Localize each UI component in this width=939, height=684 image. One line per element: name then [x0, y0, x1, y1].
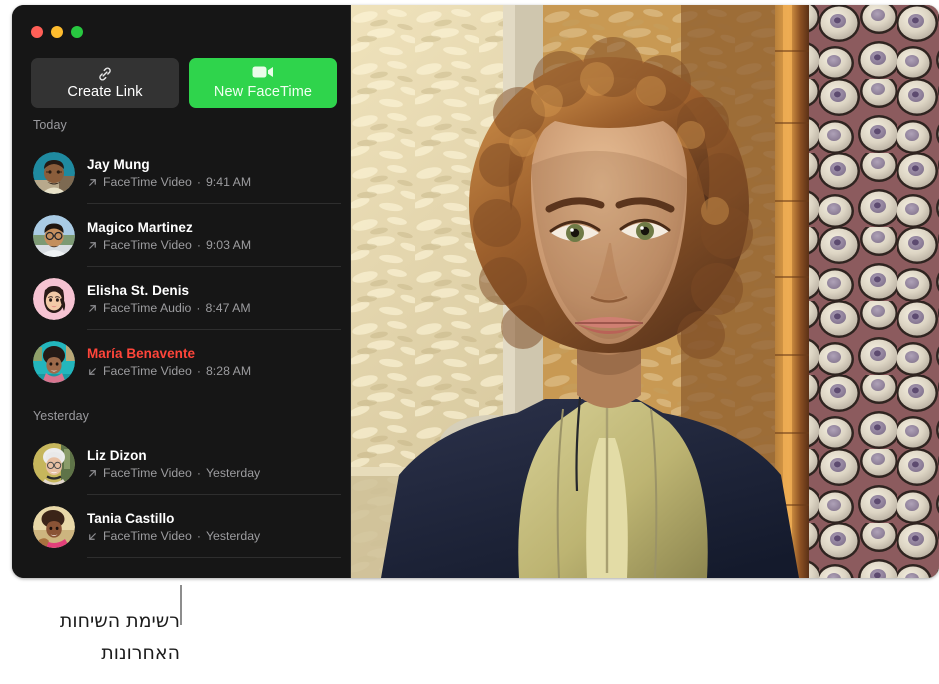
call-item-separator: · [196, 528, 201, 543]
call-item-type: FaceTime Video [103, 465, 192, 480]
avatar [33, 505, 75, 548]
avatar [33, 151, 75, 194]
zoom-button[interactable] [71, 26, 83, 38]
call-list-item[interactable]: María Benavente FaceTime Video · 8:28 AM [12, 330, 350, 393]
call-item-text: Elisha St. Denis FaceTime Audio · 8:47 A… [87, 282, 251, 316]
call-list-item[interactable]: Tania Castillo FaceTime Video · Yesterda… [12, 495, 350, 558]
screenshot-root: Create Link New FaceTime Today Jay Mung … [0, 0, 939, 684]
call-item-separator: · [196, 237, 201, 252]
call-item-type: FaceTime Video [103, 528, 192, 543]
call-item-separator: · [196, 174, 201, 189]
call-item-subtitle: FaceTime Audio · 8:47 AM [87, 301, 251, 316]
arrow-up-right-icon [87, 468, 98, 479]
call-item-type: FaceTime Video [103, 174, 192, 189]
minimize-button[interactable] [51, 26, 63, 38]
portrait-photo [351, 5, 939, 578]
section-header-today: Today [33, 118, 67, 132]
arrow-down-left-icon [87, 531, 98, 542]
call-item-time: 9:41 AM [205, 174, 252, 189]
call-item-time: Yesterday [205, 528, 261, 543]
call-item-separator: · [196, 465, 201, 480]
call-item-type: FaceTime Audio [103, 300, 192, 315]
new-facetime-label: New FaceTime [213, 84, 313, 100]
link-icon [96, 65, 114, 83]
call-list-item[interactable]: Jay Mung FaceTime Video · 9:41 AM [12, 141, 350, 204]
avatar [33, 277, 75, 320]
create-link-button[interactable]: Create Link [31, 58, 179, 108]
facetime-window: Create Link New FaceTime Today Jay Mung … [12, 5, 939, 578]
call-item-type: FaceTime Video [103, 363, 192, 378]
sidebar: Create Link New FaceTime Today Jay Mung … [12, 5, 351, 578]
avatar [33, 442, 75, 485]
call-item-time: 9:03 AM [205, 237, 252, 252]
callout-label-line-2: האחרונות [101, 642, 180, 664]
toolbar-buttons: Create Link New FaceTime [31, 58, 337, 108]
call-list-item[interactable]: Liz Dizon FaceTime Video · Yesterday [12, 432, 350, 495]
call-list-item[interactable]: Magico Martinez FaceTime Video · 9:03 AM [12, 204, 350, 267]
arrow-up-right-icon [87, 303, 98, 314]
arrow-up-right-icon [87, 240, 98, 251]
callout-label: רשימת השיחות האחרונות [0, 605, 180, 669]
section-header-yesterday: Yesterday [33, 409, 90, 423]
call-item-time: 8:47 AM [205, 300, 251, 315]
call-item-time: Yesterday [205, 465, 261, 480]
call-item-separator: · [196, 363, 201, 378]
call-item-subtitle: FaceTime Video · Yesterday [87, 466, 260, 481]
call-item-text: Jay Mung FaceTime Video · 9:41 AM [87, 156, 251, 190]
arrow-down-left-icon [87, 366, 98, 377]
call-item-text: Tania Castillo FaceTime Video · Yesterda… [87, 510, 260, 544]
callout-leader-line [180, 585, 182, 625]
row-divider [87, 557, 341, 558]
call-item-name: Elisha St. Denis [87, 282, 190, 298]
call-item-text: María Benavente FaceTime Video · 8:28 AM [87, 345, 251, 379]
new-facetime-button[interactable]: New FaceTime [189, 58, 337, 108]
video-camera-icon [252, 65, 274, 83]
avatar [33, 214, 75, 257]
call-item-name: Jay Mung [87, 156, 150, 172]
close-button[interactable] [31, 26, 43, 38]
call-item-time: 8:28 AM [205, 363, 252, 378]
call-item-text: Magico Martinez FaceTime Video · 9:03 AM [87, 219, 251, 253]
call-item-name: Liz Dizon [87, 447, 147, 463]
call-item-text: Liz Dizon FaceTime Video · Yesterday [87, 447, 260, 481]
call-item-name: Tania Castillo [87, 510, 175, 526]
call-item-subtitle: FaceTime Video · 8:28 AM [87, 364, 251, 379]
recent-calls-list[interactable]: Today Jay Mung FaceTime Video · 9:41 AM … [12, 113, 350, 558]
sidebar-toolbar: Create Link New FaceTime [12, 5, 350, 113]
call-item-subtitle: FaceTime Video · 9:03 AM [87, 238, 251, 253]
callout-label-line-1: רשימת השיחות [59, 610, 180, 632]
call-item-subtitle: FaceTime Video · Yesterday [87, 529, 260, 544]
video-preview-pane[interactable] [351, 5, 939, 578]
call-item-name: Magico Martinez [87, 219, 193, 235]
call-list-item[interactable]: Elisha St. Denis FaceTime Audio · 8:47 A… [12, 267, 350, 330]
call-item-type: FaceTime Video [103, 237, 192, 252]
create-link-label: Create Link [67, 84, 143, 100]
call-item-name: María Benavente [87, 345, 196, 361]
call-item-subtitle: FaceTime Video · 9:41 AM [87, 175, 251, 190]
avatar [33, 340, 75, 383]
window-controls [31, 26, 83, 38]
call-item-separator: · [196, 300, 201, 315]
arrow-up-right-icon [87, 177, 98, 188]
